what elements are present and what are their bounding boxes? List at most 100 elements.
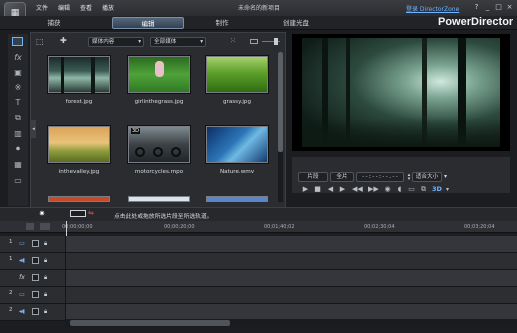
wheel-shape (153, 147, 163, 157)
audio-mixing-icon[interactable]: ▥ (10, 128, 26, 140)
particle-room-icon[interactable]: ※ (10, 82, 26, 94)
lock-icon[interactable]: 🔒︎ (44, 240, 50, 247)
fit-timeline-icon[interactable] (40, 223, 50, 230)
media-thumb-partial[interactable] (48, 196, 110, 202)
3d-toggle-button[interactable]: 3D (431, 185, 443, 194)
track-enable-checkbox[interactable] (32, 274, 39, 281)
import-media-icon[interactable] (12, 37, 23, 46)
lock-icon[interactable]: 🔒︎ (44, 291, 50, 298)
media-thumb-grassy[interactable] (206, 56, 268, 93)
minimize-icon[interactable]: _ (483, 3, 492, 12)
lock-icon[interactable]: 🔒︎ (44, 274, 50, 281)
undock-preview-icon[interactable]: ⧉ (419, 185, 428, 194)
timeline-scroll-thumb[interactable] (70, 320, 230, 326)
tab-produce[interactable]: 制作 (204, 17, 240, 29)
fast-forward-icon[interactable]: ▶▶ (368, 185, 379, 194)
grid-view-icon[interactable]: ⁙ (230, 37, 239, 46)
tab-create-disc[interactable]: 创建光盘 (276, 17, 316, 29)
plugin-icon[interactable]: ✚ (60, 36, 71, 45)
media-thumb-partial[interactable] (128, 196, 190, 202)
ruler-tick: 00;00;20;00 (164, 224, 195, 230)
track-number: 1 (9, 239, 13, 245)
fit-size-select[interactable]: 适合大小 (412, 172, 442, 182)
media-content-select[interactable]: 媒体内容 ▾ (88, 37, 144, 47)
transition-room-icon[interactable]: ⧉ (10, 112, 26, 124)
fx-room-icon[interactable]: fx (10, 52, 26, 64)
menu-edit[interactable]: 编辑 (58, 3, 70, 12)
help-icon[interactable]: ? (472, 3, 481, 12)
close-icon[interactable]: × (505, 3, 514, 12)
track-audio-1[interactable] (0, 253, 517, 270)
figure-shape (155, 61, 164, 77)
chevron-down-icon[interactable]: ▾ (443, 185, 452, 194)
movie-mode-button[interactable]: 全片 (330, 172, 354, 182)
library-scroll-thumb[interactable] (278, 52, 283, 152)
preview-frame (302, 38, 500, 147)
media-thumb-forest[interactable] (48, 56, 110, 94)
voice-over-icon[interactable]: ⏺ (10, 143, 26, 155)
magic-tools-icon[interactable]: ✷ (37, 209, 47, 219)
media-label: forest.jpg (65, 99, 93, 105)
media-thumb-motorcycles[interactable]: 3D (128, 126, 190, 163)
project-title: 未命名的新项目 (238, 5, 281, 12)
menu-play[interactable]: 播放 (102, 3, 114, 12)
media-label: Nature.wmv (219, 169, 255, 175)
track-video-1[interactable] (0, 236, 517, 253)
lock-icon[interactable]: 🔒︎ (44, 257, 50, 264)
clip-mode-button[interactable]: 片段 (298, 172, 328, 182)
collapse-panel-handle[interactable]: ◂ (31, 120, 36, 138)
video-track-icon: ▭ (19, 240, 25, 247)
import-folder-icon[interactable]: ⬚ (36, 37, 47, 46)
lock-icon[interactable]: 🔒︎ (44, 308, 50, 315)
track-video-2[interactable] (0, 287, 517, 304)
tab-edit[interactable]: 编辑 (112, 17, 184, 29)
all-media-select[interactable]: 全部媒体 ▾ (150, 37, 206, 47)
audio-track-icon: ◂◖ (18, 308, 26, 315)
menu-view[interactable]: 查看 (80, 3, 92, 12)
media-thumb-nature[interactable] (206, 126, 268, 163)
title-room-icon[interactable]: T (10, 97, 26, 109)
play-icon[interactable]: ▶ (301, 185, 310, 194)
media-label: motorcycles.mpo (134, 169, 184, 175)
track-enable-checkbox[interactable] (32, 240, 39, 247)
zoom-icon[interactable] (26, 223, 34, 230)
track-enable-checkbox[interactable] (32, 291, 39, 298)
tree-shape (61, 57, 64, 94)
preview-window (292, 34, 510, 151)
pip-room-icon[interactable]: ▣ (10, 67, 26, 79)
slider-handle[interactable] (274, 38, 278, 45)
ruler-tick: 00;03;20;04 (464, 224, 495, 230)
small-size-icon (250, 39, 258, 44)
next-frame-icon[interactable]: ▶ (338, 185, 347, 194)
audio-track-icon: ◂◖ (18, 257, 26, 264)
media-thumb-girlinthegrass[interactable] (128, 56, 190, 93)
snapshot-icon[interactable]: ◉ (383, 185, 392, 194)
timecode-field[interactable]: --:--:--.-- (356, 172, 404, 182)
wheel-shape (171, 147, 181, 157)
thumbnail-size-slider[interactable] (250, 37, 280, 46)
rewind-icon[interactable]: ◀◀ (352, 185, 363, 194)
track-number: 2 (9, 290, 13, 296)
maximize-icon[interactable]: □ (494, 3, 503, 12)
storyboard-view-icon[interactable] (70, 210, 86, 217)
track-enable-checkbox[interactable] (32, 308, 39, 315)
timeline-view-icon[interactable]: ⇋ (88, 209, 104, 218)
media-label: inthevalley.jpg (58, 169, 100, 175)
track-enable-checkbox[interactable] (32, 257, 39, 264)
display-settings-icon[interactable]: ▭ (407, 185, 416, 194)
subtitle-room-icon[interactable]: ▭ (10, 175, 26, 187)
chevron-down-icon[interactable]: ▾ (444, 173, 450, 181)
track-effects[interactable] (0, 270, 517, 287)
director-zone-link[interactable]: 登录 DirectorZone (406, 4, 459, 13)
media-thumb-inthevalley[interactable] (48, 126, 110, 163)
ground-shape (302, 118, 500, 147)
previous-frame-icon[interactable]: ◀ (326, 185, 335, 194)
volume-icon[interactable]: ◖ (395, 185, 404, 194)
media-label: girlinthegrass.jpg (134, 99, 184, 105)
menu-file[interactable]: 文件 (36, 3, 48, 12)
track-number: 1 (9, 256, 13, 262)
chapter-room-icon[interactable]: ▦ (10, 159, 26, 171)
tab-capture[interactable]: 捕获 (36, 17, 72, 29)
media-thumb-partial[interactable] (206, 196, 268, 202)
stop-icon[interactable]: ■ (313, 185, 322, 194)
